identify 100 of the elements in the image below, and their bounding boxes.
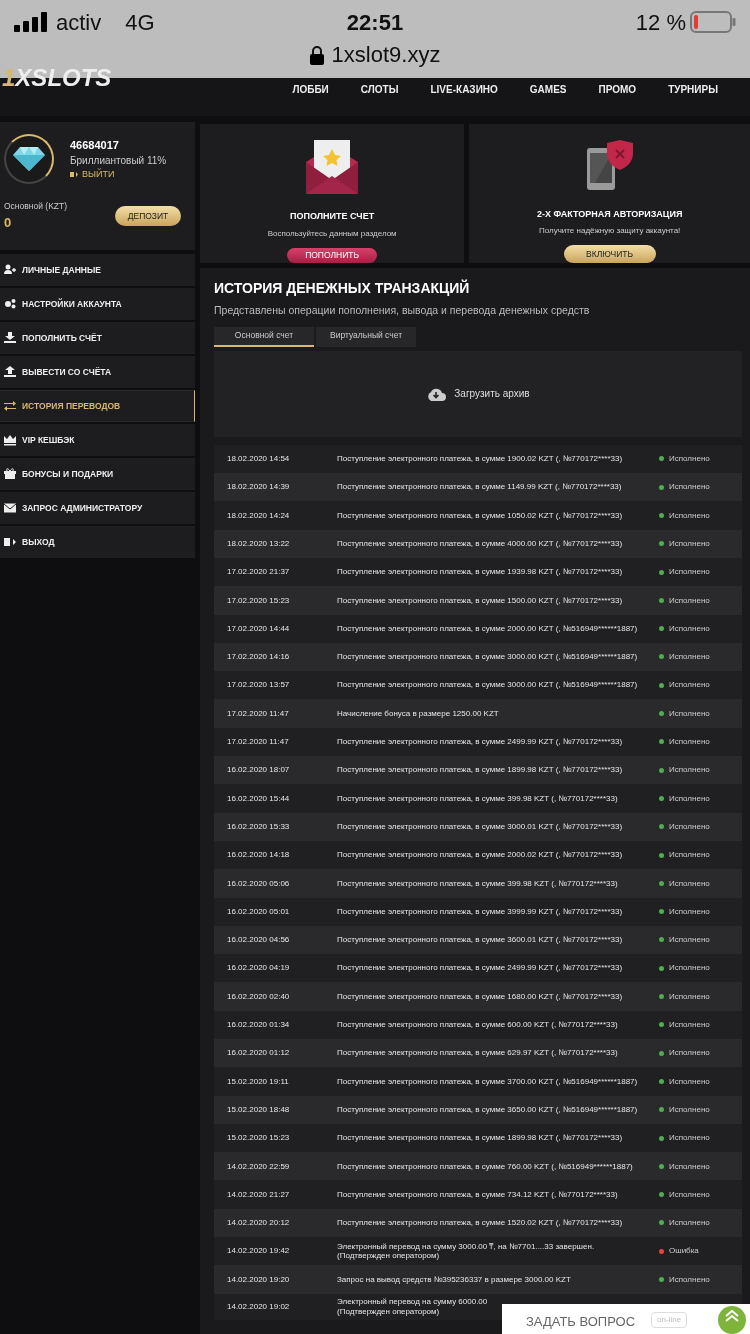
sidebar-item[interactable]: ВЫВЕСТИ СО СЧЁТА	[0, 356, 195, 388]
nav-link[interactable]: GAMES	[513, 78, 583, 97]
transaction-date: 14.02.2020 21:27	[226, 1189, 291, 1200]
transaction-description: Поступление электронного платежа, в сумме 629.97 KZT (, №770172****33)	[337, 1048, 619, 1058]
deposit-button[interactable]: ДЕПОЗИТ	[115, 206, 181, 227]
download-archive-link[interactable]: Загрузить архив	[454, 386, 530, 402]
transaction-status: Исполнено	[669, 623, 710, 634]
transaction-status: Исполнено	[669, 878, 710, 889]
transaction-date: 17.02.2020 11:47	[226, 708, 290, 719]
transaction-description: Поступление электронного платежа, в сумме 3000.00 KZT (, №516949******1887)	[337, 680, 639, 691]
transaction-date: 14.02.2020 19:42	[226, 1246, 291, 1256]
transaction-date: 16.02.2020 05:01	[226, 906, 291, 917]
nav-link[interactable]: ТУРНИРЫ	[652, 78, 734, 97]
site-logo[interactable]: 1XSLOTS	[2, 66, 112, 90]
transaction-date: 14.02.2020 19:20	[226, 1274, 291, 1285]
transaction-status: Исполнено	[669, 1161, 710, 1172]
top-up-button[interactable]: ПОПОЛНИТЬ	[287, 247, 378, 263]
transaction-description: Электронный перевод на сумму 6000.00 (Подтвержден оператором)	[337, 1297, 489, 1317]
transaction-status: Исполнено	[669, 708, 710, 719]
transaction-date: 16.02.2020 04:56	[226, 935, 291, 945]
transaction-date: 16.02.2020 04:19	[226, 963, 291, 974]
nav-link[interactable]: ПРОМО	[582, 78, 653, 97]
transaction-description: Поступление электронного платежа, в сумме 1939.98 KZT (, №770172****33)	[337, 567, 624, 577]
chevrons-up-icon	[724, 1310, 740, 1322]
transaction-status: Исполнено	[669, 1189, 710, 1200]
logout-link[interactable]: ВЫЙТИ	[82, 168, 115, 182]
transaction-date: 16.02.2020 05:06	[226, 878, 291, 889]
transaction-status: Исполнено	[669, 906, 710, 917]
transaction-description: Поступление электронного платежа, в сумме 2499.99 KZT (, №770172****33)	[337, 963, 624, 974]
transaction-status: Исполнено	[669, 765, 710, 775]
card-title: 2-Х ФАКТОРНАЯ АВТОРИЗАЦИЯ	[536, 207, 683, 221]
sidebar-item[interactable]: НАСТРОЙКИ АККАУНТА	[0, 288, 195, 320]
transaction-description: Поступление электронного платежа, в сумме 1500.00 KZT (, №770172****33)	[337, 595, 624, 606]
card-text: Воспользуйтесь данным разделом	[267, 227, 397, 240]
transaction-description: Поступление электронного платежа, в сумме 734.12 KZT (, №770172****33)	[337, 1189, 619, 1200]
transaction-status: Исполнено	[669, 737, 710, 747]
transaction-status: Исполнено	[669, 1104, 710, 1115]
transaction-status: Исполнено	[669, 821, 710, 832]
transaction-date: 15.02.2020 18:48	[226, 1104, 291, 1115]
sidebar-item[interactable]: ЛИЧНЫЕ ДАННЫЕ	[0, 254, 195, 286]
transaction-description: Начисление бонуса в размере 1250.00 KZT	[337, 708, 500, 719]
transaction-description: Поступление электронного платежа, в сумме 1149.99 KZT (, №770172****33)	[337, 482, 623, 492]
transaction-status: Исполнено	[669, 935, 710, 945]
transaction-date: 17.02.2020 15:23	[226, 595, 291, 606]
transaction-status: Ошибка	[669, 1246, 699, 1256]
enable-button[interactable]: ВКЛЮЧИТЬ	[563, 245, 656, 263]
account-tab[interactable]: Основной счет	[214, 326, 314, 347]
transaction-date: 18.02.2020 14:24	[226, 510, 291, 521]
transaction-description: Поступление электронного платежа, в сумме 1900.02 KZT (, №770172****33)	[337, 454, 624, 464]
nav-link[interactable]: СЛОТЫ	[344, 78, 415, 97]
envelope-icon	[306, 140, 359, 194]
sidebar-item[interactable]: ПОПОЛНИТЬ СЧЁТ	[0, 322, 195, 354]
transaction-description: Электронный перевод на сумму 3000.00 ₸, на №7701....33 завершен. (Подтвержден оператором)	[337, 1241, 596, 1261]
transaction-date: 16.02.2020 02:40	[226, 991, 291, 1002]
transaction-date: 17.02.2020 14:16	[226, 652, 291, 662]
transaction-description: Поступление электронного платежа, в сумме 2000.00 KZT (, №516949******1887)	[337, 623, 639, 634]
clock: 22:51	[345, 8, 405, 37]
transaction-description: Поступление электронного платежа, в сумме 399.98 KZT (, №770172****33)	[337, 793, 619, 804]
ask-question-button[interactable]: ЗАДАТЬ ВОПРОС	[526, 1312, 636, 1332]
transaction-description: Поступление электронного платежа, в сумме 1899.98 KZT (, №770172****33)	[337, 1133, 624, 1143]
exit-icon	[70, 171, 78, 179]
transaction-status: Исполнено	[669, 1020, 710, 1030]
transaction-date: 16.02.2020 01:34	[226, 1020, 291, 1030]
battery-icon	[690, 11, 736, 33]
carrier-name: activ	[56, 8, 102, 37]
network-type: 4G	[125, 8, 155, 37]
crown-icon	[4, 434, 16, 446]
transaction-description: Поступление электронного платежа, в сумме 1899.98 KZT (, №770172****33)	[337, 765, 624, 775]
diamond-icon	[12, 146, 46, 172]
transaction-status: Исполнено	[669, 1218, 710, 1228]
nav-link[interactable]: ЛОББИ	[276, 78, 345, 97]
sidebar-item[interactable]: БОНУСЫ И ПОДАРКИ	[0, 458, 195, 490]
transaction-status: Исполнено	[669, 652, 710, 662]
sidebar-item[interactable]: ЗАПРОС АДМИНИСТРАТОРУ	[0, 492, 195, 524]
phone-shield-icon	[586, 140, 633, 190]
transaction-description: Поступление электронного платежа, в сумме 2499.99 KZT (, №770172****33)	[337, 737, 624, 747]
sidebar-item[interactable]: ИСТОРИЯ ПЕРЕВОДОВ	[0, 390, 195, 422]
sidebar-item[interactable]: VIP КЕШБЭК	[0, 424, 195, 456]
sidebar-item[interactable]: ВЫХОД	[0, 526, 195, 558]
account-tab[interactable]: Виртуальный счет	[316, 326, 416, 347]
transaction-status: Исполнено	[669, 680, 710, 691]
url-text[interactable]: 1xslot9.xyz	[331, 38, 441, 71]
nav-link[interactable]: LIVE-КАЗИНО	[414, 78, 514, 97]
transaction-date: 15.02.2020 19:11	[226, 1076, 290, 1087]
transaction-date: 18.02.2020 13:22	[226, 539, 291, 549]
transaction-description: Поступление электронного платежа, в сумме 3999.99 KZT (, №770172****33)	[337, 906, 624, 917]
balance-label: Основной (KZT)	[4, 200, 68, 213]
transaction-description: Поступление электронного платежа, в сумме 3600.01 KZT (, №770172****33)	[337, 935, 624, 945]
transaction-date: 15.02.2020 15:23	[226, 1133, 291, 1143]
transaction-status: Исполнено	[669, 510, 710, 521]
transaction-description: Поступление электронного платежа, в сумме 3700.00 KZT (, №516949******1887)	[337, 1076, 639, 1087]
scroll-up-button[interactable]	[718, 1306, 746, 1334]
transaction-description: Поступление электронного платежа, в сумме 3000.00 KZT (, №516949******1887)	[337, 652, 639, 662]
transaction-date: 14.02.2020 19:02	[226, 1301, 291, 1312]
transaction-date: 16.02.2020 15:44	[226, 793, 291, 804]
transaction-status: Исполнено	[669, 1076, 710, 1087]
transaction-date: 18.02.2020 14:39	[226, 482, 291, 492]
loyalty-level: Бриллиантовый 11%	[70, 154, 167, 168]
transaction-date: 17.02.2020 13:57	[226, 680, 291, 691]
transaction-description: Поступление электронного платежа, в сумме 1680.00 KZT (, №770172****33)	[337, 991, 624, 1002]
